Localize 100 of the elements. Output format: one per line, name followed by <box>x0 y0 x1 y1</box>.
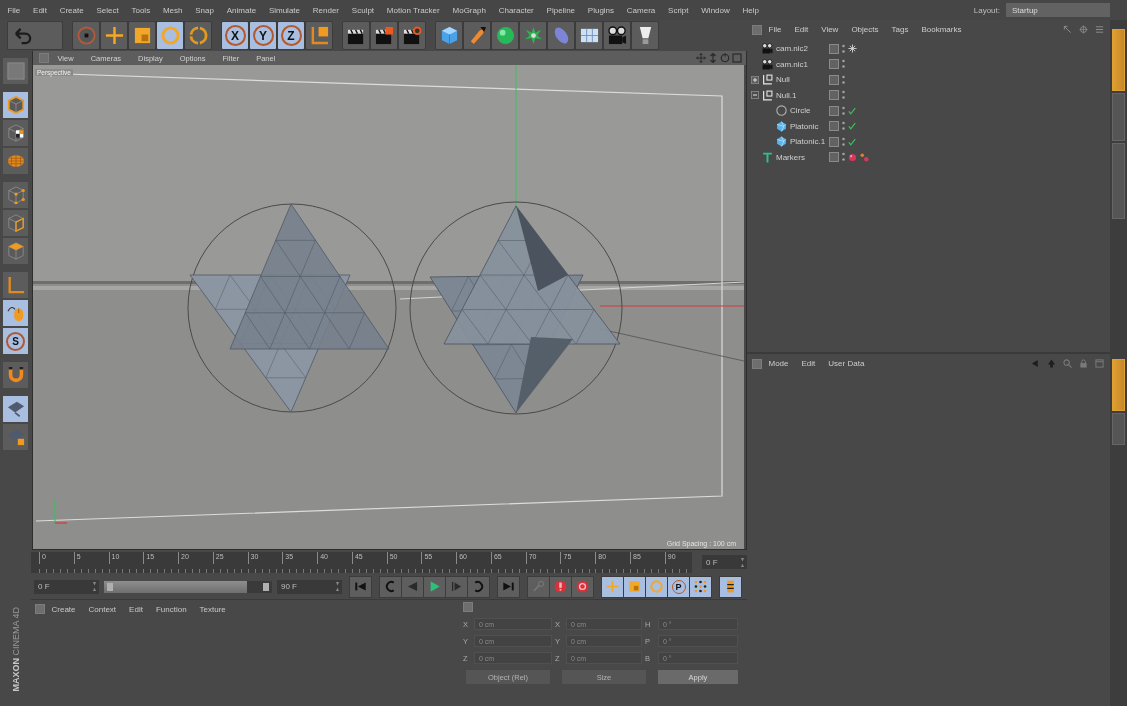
previous-key-button[interactable] <box>380 576 401 597</box>
start-frame-field[interactable]: 0 F <box>34 579 99 594</box>
menu-item[interactable]: Animate <box>220 5 263 15</box>
texture-mode-button[interactable] <box>3 120 28 146</box>
move-tool-button[interactable] <box>101 22 127 49</box>
menu-item[interactable]: Pipeline <box>540 5 582 15</box>
expand-toggle[interactable] <box>751 75 759 84</box>
current-frame-field[interactable]: 0 F <box>702 555 747 569</box>
menu-item[interactable]: File <box>1 5 27 15</box>
menu-item[interactable]: Create <box>45 604 82 614</box>
points-mode-button[interactable] <box>3 182 28 208</box>
menu-item[interactable]: Bookmarks <box>914 25 968 34</box>
arrow-up-icon[interactable] <box>1047 359 1056 368</box>
menu-item[interactable]: Edit <box>787 25 815 34</box>
menu-item[interactable]: Snap <box>188 5 221 15</box>
polygons-mode-button[interactable] <box>3 238 28 264</box>
light-button[interactable] <box>632 22 658 49</box>
record-button[interactable] <box>550 576 571 597</box>
zoom-icon[interactable] <box>708 53 718 63</box>
arrow-left-icon[interactable] <box>1031 359 1040 368</box>
panel-handle-icon[interactable] <box>39 53 49 63</box>
model-mode-button[interactable] <box>3 92 28 118</box>
record-key-button[interactable] <box>528 576 549 597</box>
floor-button[interactable] <box>576 22 602 49</box>
menu-item[interactable]: Mode <box>762 359 795 368</box>
visibility-dots-icon[interactable] <box>842 121 845 132</box>
layer-icon[interactable] <box>829 121 839 132</box>
deformer-button[interactable] <box>548 22 574 49</box>
layer-icon[interactable] <box>829 90 839 101</box>
object-name[interactable]: cam.nlc1 <box>776 59 808 69</box>
visibility-dots-icon[interactable] <box>842 136 845 147</box>
menu-item[interactable]: Tags <box>885 25 915 34</box>
live-selection-button[interactable] <box>73 22 99 49</box>
arrow-icon[interactable] <box>1063 25 1072 34</box>
search-icon[interactable] <box>1063 359 1072 368</box>
key-rotation-button[interactable] <box>646 576 667 597</box>
object-name[interactable]: Platonic <box>790 121 819 131</box>
next-key-button[interactable] <box>468 576 489 597</box>
keyframe-scheme-button[interactable] <box>720 576 741 597</box>
next-frame-button[interactable] <box>446 576 467 597</box>
menu-item[interactable]: Plugins <box>581 5 621 15</box>
panel-handle-icon[interactable] <box>463 602 473 612</box>
play-button[interactable] <box>424 576 445 597</box>
end-frame-field[interactable]: 90 F <box>277 579 342 594</box>
target-icon[interactable] <box>1079 25 1088 34</box>
object-name[interactable]: Markers <box>776 152 805 162</box>
cube-button[interactable] <box>436 22 462 49</box>
check-icon[interactable] <box>848 137 856 146</box>
layer-icon[interactable] <box>829 152 839 163</box>
scale-tool-button[interactable] <box>129 22 155 49</box>
solo-button[interactable]: S <box>3 328 28 354</box>
axis-lock-button[interactable]: X <box>222 22 248 49</box>
edges-mode-button[interactable] <box>3 210 28 236</box>
spinner-icon[interactable] <box>336 582 339 591</box>
make-editable-button[interactable] <box>3 58 28 84</box>
object-name[interactable]: Circle <box>790 106 811 116</box>
spinner-icon[interactable] <box>741 557 744 567</box>
menu-item[interactable]: Context <box>82 604 123 614</box>
snap-button[interactable] <box>3 362 28 388</box>
panel-handle-icon[interactable] <box>752 24 762 35</box>
coordinate-system-button[interactable] <box>306 22 332 49</box>
layer-icon[interactable] <box>829 74 839 85</box>
axis-lock-button[interactable]: Z <box>278 22 304 49</box>
autokey-button[interactable] <box>572 576 593 597</box>
menu-item[interactable]: MoGraph <box>446 5 493 15</box>
check-icon[interactable] <box>848 122 856 131</box>
menu-item[interactable]: View <box>814 25 845 34</box>
object-name[interactable]: Platonic.1 <box>790 137 826 147</box>
menu-item[interactable]: Motion Tracker <box>380 5 447 15</box>
array-button[interactable] <box>520 22 546 49</box>
menu-item[interactable]: Edit <box>122 604 150 614</box>
workplane-lock-button[interactable] <box>3 424 28 450</box>
menu-item[interactable]: Texture <box>193 604 233 614</box>
menu-item[interactable]: Objects <box>844 25 885 34</box>
panel-handle-icon[interactable] <box>35 604 45 614</box>
menu-item[interactable]: Select <box>90 5 126 15</box>
layer-icon[interactable] <box>829 105 839 116</box>
maximize-icon[interactable] <box>732 53 742 63</box>
slider-handle[interactable] <box>107 582 113 591</box>
workplane-button[interactable] <box>3 396 28 422</box>
visibility-dots-icon[interactable] <box>842 90 845 101</box>
panel-handle-icon[interactable] <box>752 358 762 369</box>
go-to-start-button[interactable] <box>350 576 371 597</box>
key-scale-button[interactable] <box>624 576 645 597</box>
orbit-icon[interactable] <box>720 53 730 63</box>
menu-item[interactable]: Mesh <box>156 5 189 15</box>
layout-dropdown[interactable]: Startup <box>1006 3 1110 17</box>
visibility-dots-icon[interactable] <box>842 74 845 85</box>
menu-item[interactable]: Simulate <box>262 5 307 15</box>
slider-handle[interactable] <box>263 582 269 591</box>
menu-item[interactable]: File <box>762 25 788 34</box>
object-name[interactable]: Null.1 <box>776 90 797 100</box>
recent-tool-button[interactable] <box>185 22 211 49</box>
pan-icon[interactable] <box>696 53 706 63</box>
menu-item[interactable]: Camera <box>620 5 662 15</box>
key-parameter-button[interactable]: P <box>668 576 689 597</box>
panel-menu-icon[interactable] <box>1095 25 1104 34</box>
menu-item[interactable]: Function <box>149 604 194 614</box>
object-name[interactable]: Null <box>776 75 790 85</box>
camera-button[interactable] <box>604 22 630 49</box>
